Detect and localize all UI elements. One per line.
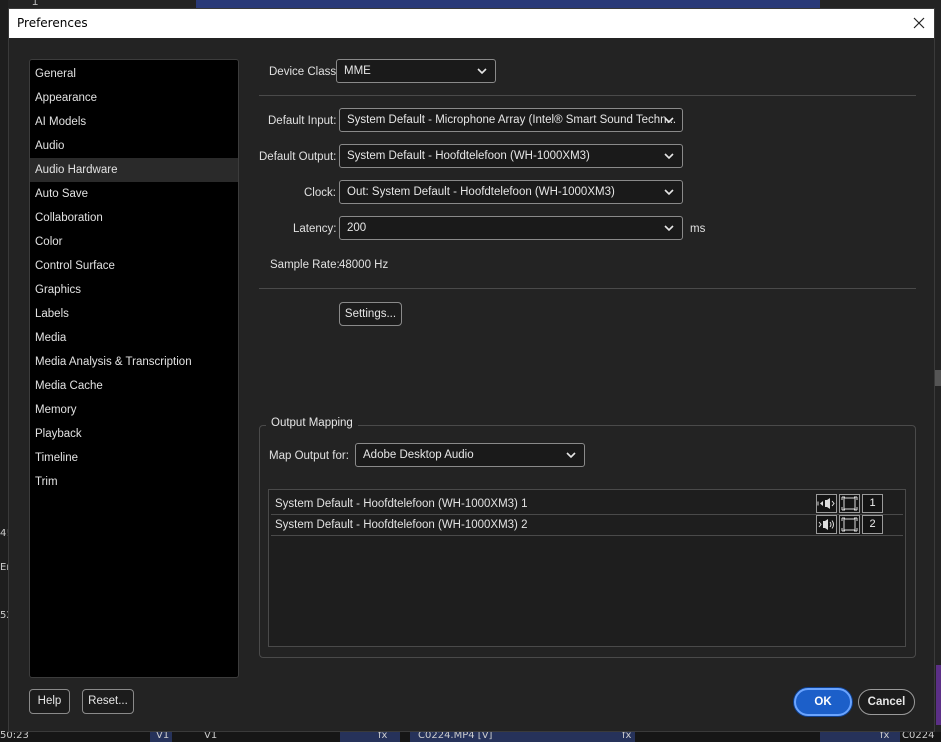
sidebar-item-appearance[interactable]: Appearance [30, 86, 238, 110]
background-left-edge [0, 0, 8, 742]
latency-dropdown[interactable]: 200 [339, 216, 683, 240]
chevron-down-icon [664, 225, 674, 232]
device-class-dropdown[interactable]: MME [336, 59, 496, 83]
sidebar-item-control-surface[interactable]: Control Surface [30, 254, 238, 278]
background-clip-strip [936, 665, 941, 725]
sidebar-item-media[interactable]: Media [30, 326, 238, 350]
mapping-row[interactable]: System Default - Hoofdtelefoon (WH-1000X… [271, 515, 903, 536]
output-mapping-title: Output Mapping [266, 417, 358, 429]
sidebar-item-media-analysis[interactable]: Media Analysis & Transcription [30, 350, 238, 374]
settings-button[interactable]: Settings... [339, 302, 402, 326]
sidebar-item-color[interactable]: Color [30, 230, 238, 254]
latency-unit: ms [690, 223, 706, 235]
separator [259, 288, 916, 289]
ok-button[interactable]: OK [794, 688, 852, 716]
sample-rate-label: Sample Rate: [270, 259, 340, 271]
chevron-down-icon [477, 68, 487, 75]
speaker-right-icon[interactable] [816, 515, 837, 534]
chevron-down-icon [664, 153, 674, 160]
device-class-label: Device Class: [269, 66, 340, 78]
preferences-category-list: General Appearance AI Models Audio Audio… [29, 59, 239, 678]
map-output-label: Map Output for: [269, 450, 349, 462]
default-input-label: Default Input: [268, 115, 337, 127]
sidebar-item-ai-models[interactable]: AI Models [30, 110, 238, 134]
chevron-down-icon [664, 189, 674, 196]
background-scroll-mark [935, 370, 941, 386]
sidebar-item-media-cache[interactable]: Media Cache [30, 374, 238, 398]
map-output-value: Adobe Desktop Audio [363, 449, 474, 461]
separator [259, 95, 916, 96]
channel-frame-icon[interactable] [839, 494, 860, 513]
latency-value: 200 [347, 222, 367, 234]
preferences-dialog: Preferences General Appearance AI Models… [8, 8, 935, 732]
mapping-row[interactable]: System Default - Hoofdtelefoon (WH-1000X… [271, 494, 903, 515]
help-button[interactable]: Help [29, 689, 70, 714]
background-clip-a [340, 732, 400, 742]
sidebar-item-collaboration[interactable]: Collaboration [30, 206, 238, 230]
sidebar-item-graphics[interactable]: Graphics [30, 278, 238, 302]
default-output-label: Default Output: [259, 151, 337, 163]
clock-dropdown[interactable]: Out: System Default - Hoofdtelefoon (WH-… [339, 180, 683, 204]
sidebar-item-auto-save[interactable]: Auto Save [30, 182, 238, 206]
cancel-button[interactable]: Cancel [858, 689, 915, 715]
sidebar-item-timeline[interactable]: Timeline [30, 446, 238, 470]
sample-rate-value: 48000 Hz [339, 259, 389, 271]
sidebar-item-trim[interactable]: Trim [30, 470, 238, 494]
map-output-dropdown[interactable]: Adobe Desktop Audio [355, 443, 585, 467]
channel-number-box[interactable]: 1 [862, 494, 883, 513]
mapping-row-name: System Default - Hoofdtelefoon (WH-1000X… [275, 498, 528, 510]
default-output-dropdown[interactable]: System Default - Hoofdtelefoon (WH-1000X… [339, 144, 683, 168]
sidebar-item-playback[interactable]: Playback [30, 422, 238, 446]
dialog-titlebar[interactable]: Preferences [9, 9, 934, 38]
close-button[interactable] [904, 9, 934, 38]
background-editor-strip [196, 0, 820, 8]
dialog-title: Preferences [17, 16, 88, 30]
chevron-down-icon [664, 117, 674, 124]
sidebar-item-labels[interactable]: Labels [30, 302, 238, 326]
chevron-down-icon [566, 452, 576, 459]
sidebar-item-memory[interactable]: Memory [30, 398, 238, 422]
sidebar-item-general[interactable]: General [30, 62, 238, 86]
channel-frame-icon[interactable] [839, 515, 860, 534]
clock-label: Clock: [304, 187, 336, 199]
default-output-value: System Default - Hoofdtelefoon (WH-1000X… [347, 150, 590, 162]
mapping-row-name: System Default - Hoofdtelefoon (WH-1000X… [275, 519, 528, 531]
device-class-value: MME [344, 65, 371, 77]
channel-number-box[interactable]: 2 [862, 515, 883, 534]
sidebar-item-audio[interactable]: Audio [30, 134, 238, 158]
close-icon [913, 17, 925, 29]
output-mapping-list: System Default - Hoofdtelefoon (WH-1000X… [268, 489, 906, 647]
default-input-dropdown[interactable]: System Default - Microphone Array (Intel… [339, 108, 683, 132]
latency-label: Latency: [293, 223, 337, 235]
speaker-left-icon[interactable] [816, 494, 837, 513]
sidebar-item-audio-hardware[interactable]: Audio Hardware [30, 158, 238, 182]
background-line-number: 1 [32, 0, 39, 8]
clock-value: Out: System Default - Hoofdtelefoon (WH-… [347, 186, 615, 198]
default-input-value: System Default - Microphone Array (Intel… [347, 114, 677, 126]
reset-button[interactable]: Reset... [82, 689, 134, 714]
